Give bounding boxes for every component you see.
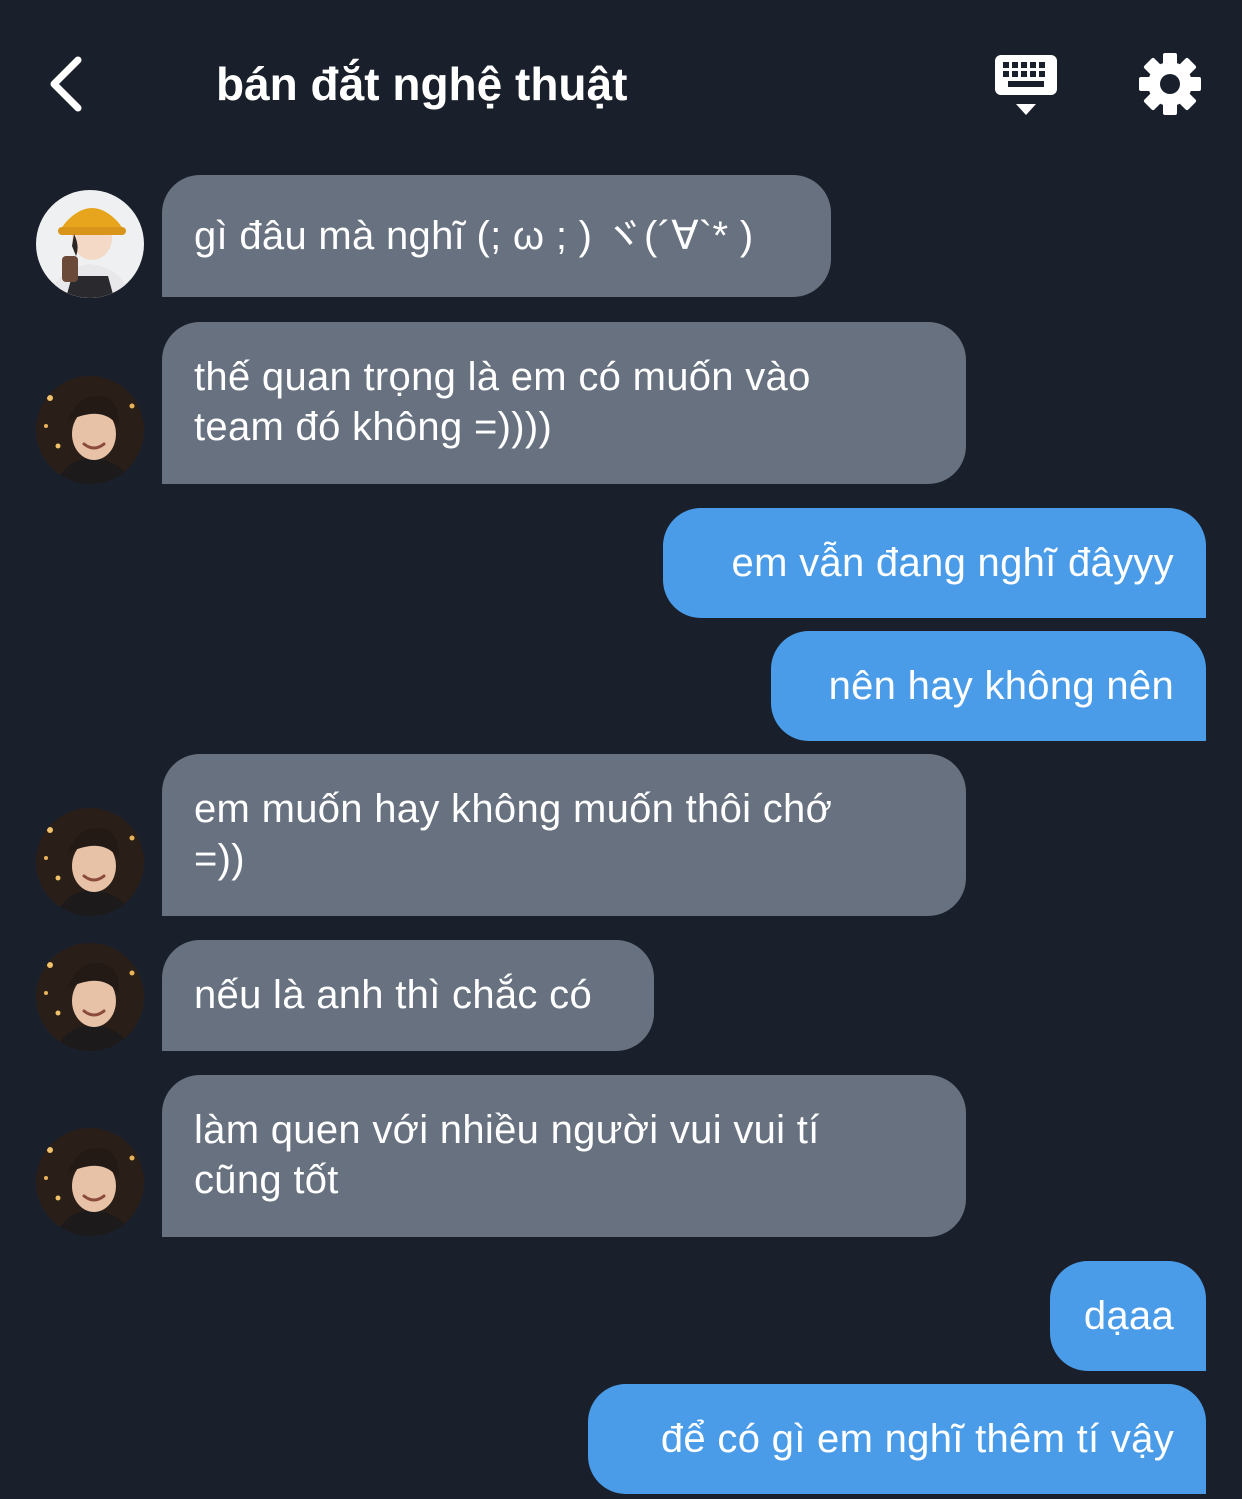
avatar-smiling-photo <box>36 808 144 916</box>
chat-title: bán đắt nghệ thuật <box>216 58 628 110</box>
avatar[interactable] <box>36 1128 144 1236</box>
keyboard-toggle-button[interactable] <box>992 52 1060 118</box>
avatar[interactable] <box>36 376 144 484</box>
avatar[interactable] <box>36 190 144 298</box>
avatar[interactable] <box>36 808 144 916</box>
message-bubble-incoming[interactable]: gì đâu mà nghĩ (; ω ; ) ヾ(´∀`* ) <box>162 175 831 297</box>
message-bubble-outgoing[interactable]: nên hay không nên <box>771 631 1206 741</box>
avatar-smiling-photo <box>36 1128 144 1236</box>
message-bubble-outgoing[interactable]: em vẫn đang nghĩ đâyyy <box>663 508 1206 618</box>
keyboard-icon <box>995 55 1057 115</box>
chevron-left-icon <box>50 56 82 112</box>
message-bubble-incoming[interactable]: nếu là anh thì chắc có <box>162 940 654 1051</box>
avatar-smiling-photo <box>36 943 144 1051</box>
avatar-smiling-photo <box>36 376 144 484</box>
settings-button[interactable] <box>1136 50 1204 118</box>
chat-header: bán đắt nghệ thuật <box>0 0 1242 165</box>
avatar[interactable] <box>36 943 144 1051</box>
message-bubble-incoming[interactable]: em muốn hay không muốn thôi chớ =)) <box>162 754 966 916</box>
chat-screen: bán đắt nghệ thuật gì đâu mà nghĩ (; ω ;… <box>0 0 1242 1499</box>
back-button[interactable] <box>40 52 100 116</box>
message-bubble-incoming[interactable]: thế quan trọng là em có muốn vào team đó… <box>162 322 966 484</box>
gear-icon <box>1139 53 1201 115</box>
avatar-bucket-hat-photo <box>36 190 144 298</box>
message-bubble-incoming[interactable]: làm quen với nhiều người vui vui tí cũng… <box>162 1075 966 1237</box>
message-bubble-outgoing[interactable]: để có gì em nghĩ thêm tí vậy <box>588 1384 1206 1494</box>
message-bubble-outgoing[interactable]: dạaa <box>1050 1261 1206 1371</box>
